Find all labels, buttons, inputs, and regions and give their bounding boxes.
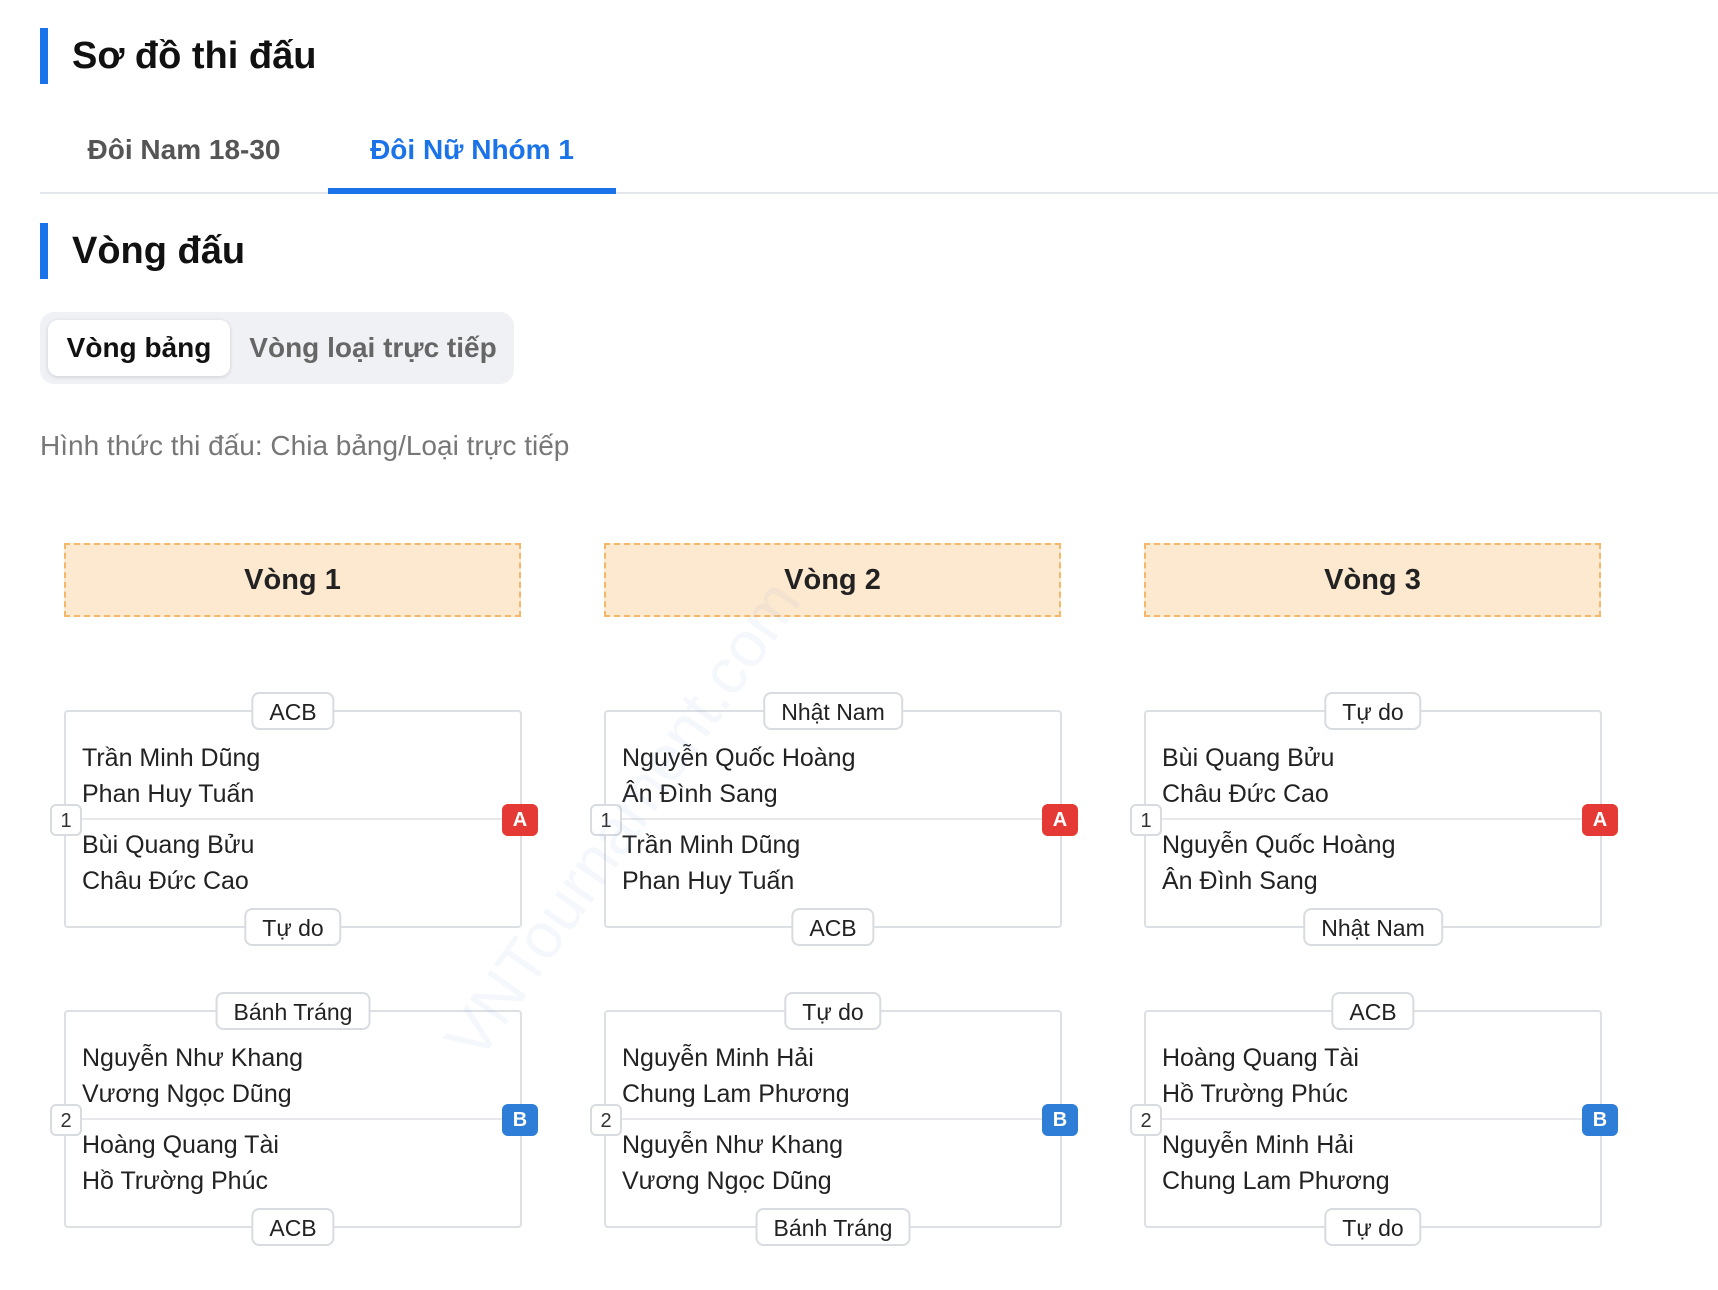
match-divider — [606, 818, 1060, 820]
format-text: Hình thức thi đấu: Chia bảng/Loại trực t… — [40, 430, 570, 461]
player-name: Hồ Trường Phúc — [1162, 1080, 1348, 1108]
match-number-badge: 2 — [1130, 1104, 1162, 1136]
bottom-team-club-tag: ACB — [791, 908, 875, 946]
top-team-club-tag: Nhật Nam — [763, 692, 903, 730]
top-team-club-tag: Tự do — [784, 992, 882, 1030]
match-divider — [66, 1118, 520, 1120]
group-badge: A — [1042, 804, 1078, 836]
player-name: Bùi Quang Bửu — [82, 831, 255, 859]
player-name: Ân Đình Sang — [1162, 867, 1318, 895]
match-number-badge: 1 — [590, 804, 622, 836]
category-tabs: Đôi Nam 18-30 Đôi Nữ Nhóm 1 — [40, 112, 1718, 194]
player-name: Phan Huy Tuấn — [82, 780, 255, 808]
player-name: Hoàng Quang Tài — [82, 1131, 279, 1159]
tab-doi-nam-18-30[interactable]: Đôi Nam 18-30 — [40, 112, 328, 192]
match-card[interactable]: ACB Trần Minh Dũng Phan Huy Tuấn Bùi Quang … — [50, 692, 538, 946]
player-name: Nguyễn Minh Hải — [1162, 1131, 1354, 1159]
match-card[interactable]: ACB Hoàng Quang Tài Hồ Trường Phúc Nguyễn M… — [1130, 992, 1618, 1246]
top-team: Nguyễn Quốc Hoàng Ân Đình Sang — [622, 740, 1044, 812]
top-team-club-tag: ACB — [251, 692, 335, 730]
player-name: Châu Đức Cao — [1162, 780, 1329, 808]
player-name: Nguyễn Như Khang — [82, 1044, 304, 1072]
player-name: Chung Lam Phương — [1162, 1167, 1390, 1195]
player-name: Hồ Trường Phúc — [82, 1167, 268, 1195]
match-card[interactable]: Bánh Tráng Nguyễn Như Khang Vương Ngọc Dũn… — [50, 992, 538, 1246]
round-header: Vòng 2 — [604, 543, 1061, 617]
top-team: Nguyễn Như Khang Vương Ngọc Dũng — [82, 1040, 504, 1112]
match-divider — [606, 1118, 1060, 1120]
top-team-club-tag: Bánh Tráng — [215, 992, 371, 1030]
bottom-team-club-tag: Bánh Tráng — [755, 1208, 911, 1246]
player-name: Chung Lam Phương — [622, 1080, 850, 1108]
group-badge: A — [502, 804, 538, 836]
tab-doi-nu-nhom-1[interactable]: Đôi Nữ Nhóm 1 — [328, 112, 616, 194]
player-name: Vương Ngọc Dũng — [622, 1167, 832, 1195]
group-badge: B — [1582, 1104, 1618, 1136]
bottom-team: Nguyễn Như Khang Vương Ngọc Dũng — [622, 1127, 1044, 1199]
match-divider — [66, 818, 520, 820]
top-team: Nguyễn Minh Hải Chung Lam Phương — [622, 1040, 1044, 1112]
bottom-team-club-tag: Nhật Nam — [1303, 908, 1443, 946]
player-name: Phan Huy Tuấn — [622, 867, 795, 895]
player-name: Nguyễn Minh Hải — [622, 1044, 814, 1072]
player-name: Bùi Quang Bửu — [1162, 744, 1335, 772]
section-title-vong-dau: Vòng đấu — [40, 223, 245, 279]
match-number-badge: 1 — [1130, 804, 1162, 836]
match-number-badge: 2 — [590, 1104, 622, 1136]
bottom-team: Nguyễn Quốc Hoàng Ân Đình Sang — [1162, 827, 1584, 899]
segment-vong-loai-truc-tiep[interactable]: Vòng loại trực tiếp — [240, 320, 506, 376]
bottom-team-club-tag: ACB — [251, 1208, 335, 1246]
player-name: Nguyễn Như Khang — [622, 1131, 844, 1159]
match-card[interactable]: Nhật Nam Nguyễn Quốc Hoàng Ân Đình Sang Trầ… — [590, 692, 1078, 946]
player-name: Châu Đức Cao — [82, 867, 249, 895]
top-team-club-tag: ACB — [1331, 992, 1415, 1030]
player-name: Nguyễn Quốc Hoàng — [622, 744, 856, 772]
top-team-club-tag: Tự do — [1324, 692, 1422, 730]
match-number-badge: 2 — [50, 1104, 82, 1136]
round-header: Vòng 3 — [1144, 543, 1601, 617]
match-number-badge: 1 — [50, 804, 82, 836]
match-divider — [1146, 1118, 1600, 1120]
bottom-team-club-tag: Tự do — [1324, 1208, 1422, 1246]
player-name: Vương Ngọc Dũng — [82, 1080, 292, 1108]
bottom-team: Hoàng Quang Tài Hồ Trường Phúc — [82, 1127, 504, 1199]
player-name: Ân Đình Sang — [622, 780, 778, 808]
round-header: Vòng 1 — [64, 543, 521, 617]
group-badge: A — [1582, 804, 1618, 836]
match-divider — [1146, 818, 1600, 820]
top-team: Trần Minh Dũng Phan Huy Tuấn — [82, 740, 504, 812]
bottom-team-club-tag: Tự do — [244, 908, 342, 946]
player-name: Trần Minh Dũng — [622, 831, 801, 859]
match-card[interactable]: Tự do Nguyễn Minh Hải Chung Lam Phương Nguy… — [590, 992, 1078, 1246]
segment-vong-bang[interactable]: Vòng bảng — [48, 320, 230, 376]
group-badge: B — [1042, 1104, 1078, 1136]
bottom-team: Trần Minh Dũng Phan Huy Tuấn — [622, 827, 1044, 899]
page-title: Sơ đồ thi đấu — [40, 28, 316, 84]
player-name: Trần Minh Dũng — [82, 744, 261, 772]
player-name: Nguyễn Quốc Hoàng — [1162, 831, 1396, 859]
bottom-team: Nguyễn Minh Hải Chung Lam Phương — [1162, 1127, 1584, 1199]
top-team: Hoàng Quang Tài Hồ Trường Phúc — [1162, 1040, 1584, 1112]
bottom-team: Bùi Quang Bửu Châu Đức Cao — [82, 827, 504, 899]
group-badge: B — [502, 1104, 538, 1136]
match-card[interactable]: Tự do Bùi Quang Bửu Châu Đức Cao Nguyễn Quố… — [1130, 692, 1618, 946]
top-team: Bùi Quang Bửu Châu Đức Cao — [1162, 740, 1584, 812]
player-name: Hoàng Quang Tài — [1162, 1044, 1359, 1072]
stage-segmented-control: Vòng bảng Vòng loại trực tiếp — [40, 312, 514, 384]
